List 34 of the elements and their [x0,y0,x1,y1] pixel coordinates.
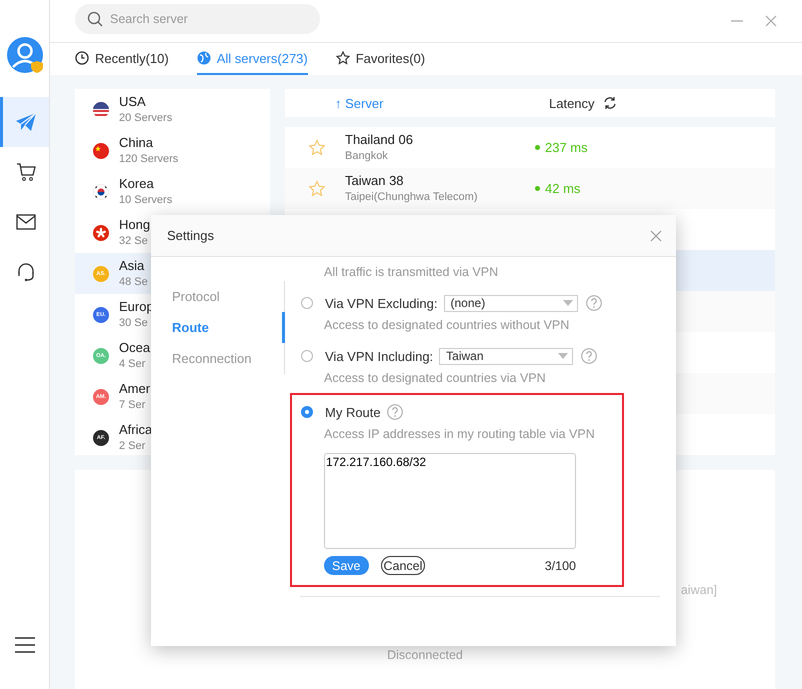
entry-counter: 3/100 [544,558,576,572]
server-count: 30 Se [119,316,149,330]
region-name: Africa [119,422,152,438]
region-name: Ocea [119,340,150,356]
server-count: 120 Servers [119,152,178,166]
server-count: 7 Ser [119,398,146,412]
server-location: Taipei(Chunghwa Telecom) [345,190,478,204]
server-count: 10 Servers [119,192,172,208]
option-description: All traffic is transmitted via VPN [324,265,500,279]
option-description: Access to designated countries via VPN [324,371,547,385]
server-count: 2 Ser [119,438,146,454]
region-name: China [119,134,154,150]
server-count: 32 Se [119,234,149,248]
region-name: Asia [119,258,146,274]
route-note: aiwan] [680,583,717,597]
option-description: Access IP addresses in my routing table via VPN [324,427,596,441]
server-location: Bangkok [345,148,389,164]
region-name: USA [119,94,147,110]
region-name: Hong [119,216,150,232]
option-label: My Route [325,404,381,420]
latency-value: 42 ms [545,181,580,196]
server-count: 4 Ser [119,356,146,372]
server-name: Taiwan 38 [345,172,405,188]
connection-status: Disconnected [387,648,463,662]
server-name: Thailand 06 [345,132,414,148]
option-label: Via VPN Including: [325,348,434,364]
server-count: 20 Servers [119,110,172,126]
dialog-title: Settings [167,228,214,243]
region-name: Amer [119,380,150,396]
option-label: Via VPN Excluding: [325,296,438,310]
server-count: 48 Se [119,274,148,290]
region-name: Korea [119,176,155,192]
option-description: Access to designated countries without VPN [324,318,570,332]
latency-value: 237 ms [545,140,588,155]
